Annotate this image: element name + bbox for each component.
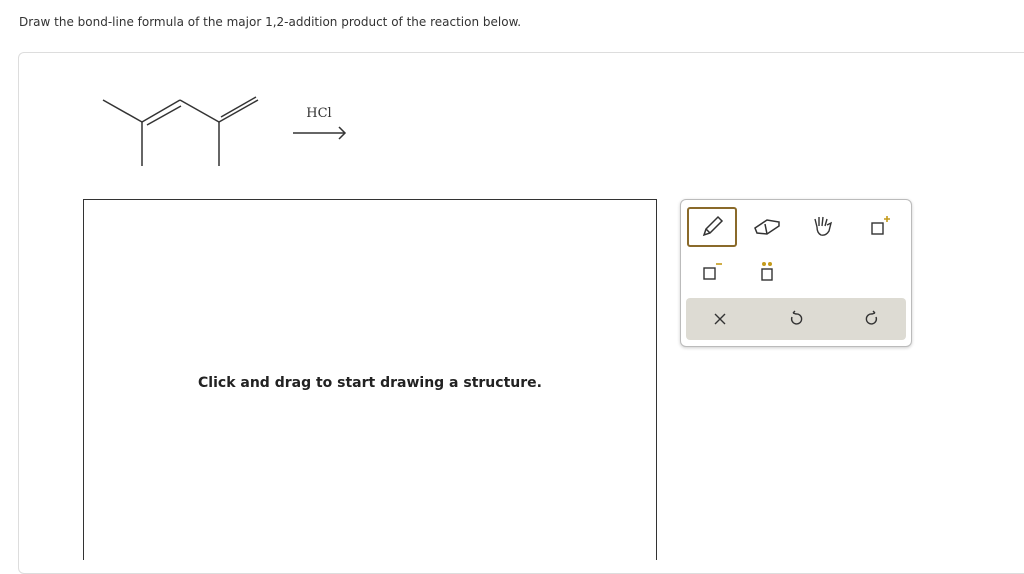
redo-button[interactable]: [848, 300, 896, 338]
lone-pair-button[interactable]: [743, 252, 791, 290]
action-bar: [686, 298, 906, 340]
eraser-icon: [754, 219, 780, 235]
hand-icon: [814, 216, 833, 236]
move-tool-button[interactable]: [799, 207, 847, 245]
canvas-hint: Click and drag to start drawing a struct…: [198, 375, 542, 391]
pencil-icon: [702, 215, 724, 237]
pencil-tool-button[interactable]: [687, 207, 737, 247]
undo-button[interactable]: [772, 300, 820, 338]
drawing-toolbar: [680, 199, 912, 347]
increase-charge-button[interactable]: [855, 207, 903, 245]
decrease-charge-icon: [703, 263, 722, 280]
lone-pair-icon: [761, 262, 773, 281]
redo-icon: [865, 310, 878, 325]
drawing-canvas[interactable]: Click and drag to start drawing a struct…: [83, 199, 657, 560]
decrease-charge-button[interactable]: [687, 252, 735, 290]
undo-icon: [790, 310, 803, 325]
increase-charge-icon: [871, 216, 890, 235]
clear-button[interactable]: [696, 300, 744, 338]
eraser-tool-button[interactable]: [743, 207, 791, 245]
clear-icon: [714, 313, 726, 325]
